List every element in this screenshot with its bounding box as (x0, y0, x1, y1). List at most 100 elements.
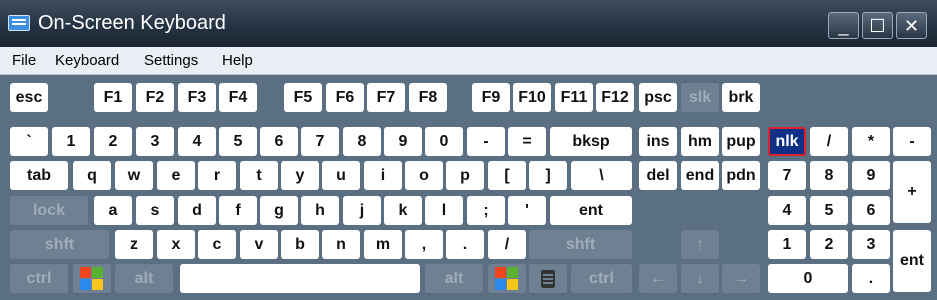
key-insert[interactable]: ins (639, 127, 677, 156)
key-backtick[interactable]: ` (10, 127, 48, 156)
key-slk[interactable]: slk (681, 83, 719, 112)
key-quote[interactable]: ' (508, 196, 546, 225)
key-end[interactable]: end (681, 161, 719, 190)
key-4[interactable]: 4 (178, 127, 216, 156)
key-numpad-3[interactable]: 3 (852, 230, 890, 259)
key-7[interactable]: 7 (301, 127, 339, 156)
key-slash[interactable]: / (488, 230, 526, 259)
key-right-shift[interactable]: shft (529, 230, 632, 259)
key-f10[interactable]: F10 (513, 83, 551, 112)
key-num-lock[interactable]: nlk (768, 127, 806, 156)
key-numpad-0[interactable]: 0 (768, 264, 848, 293)
key-k[interactable]: k (384, 196, 422, 225)
key-arrow-right[interactable]: → (722, 264, 760, 293)
key-f[interactable]: f (219, 196, 257, 225)
key-q[interactable]: q (73, 161, 111, 190)
key-s[interactable]: s (136, 196, 174, 225)
key-x[interactable]: x (157, 230, 195, 259)
key-f9[interactable]: F9 (472, 83, 510, 112)
minimize-button[interactable]: _ (828, 12, 859, 39)
menu-keyboard[interactable]: Keyboard (55, 52, 119, 69)
key-context-menu[interactable] (529, 264, 567, 293)
close-button[interactable]: ✕ (896, 12, 927, 39)
key-w[interactable]: w (115, 161, 153, 190)
key-f4[interactable]: F4 (219, 83, 257, 112)
key-numpad-7[interactable]: 7 (768, 161, 806, 190)
key-esc[interactable]: esc (10, 83, 48, 112)
key-a[interactable]: a (94, 196, 132, 225)
key-home[interactable]: hm (681, 127, 719, 156)
key-f11[interactable]: F11 (555, 83, 593, 112)
key-numpad-add[interactable]: + (893, 161, 931, 223)
key-caps-lock[interactable]: lock (10, 196, 88, 225)
menu-help[interactable]: Help (222, 52, 253, 69)
key-9[interactable]: 9 (384, 127, 422, 156)
key-8[interactable]: 8 (343, 127, 381, 156)
key-numpad-2[interactable]: 2 (810, 230, 848, 259)
key-minus[interactable]: - (467, 127, 505, 156)
key-right-ctrl[interactable]: ctrl (571, 264, 632, 293)
key-n[interactable]: n (322, 230, 360, 259)
key-l[interactable]: l (425, 196, 463, 225)
key-numpad-multiply[interactable]: * (852, 127, 890, 156)
key-j[interactable]: j (343, 196, 381, 225)
key-numpad-subtract[interactable]: - (893, 127, 931, 156)
key-numpad-enter[interactable]: ent (893, 230, 931, 292)
key-comma[interactable]: , (405, 230, 443, 259)
key-b[interactable]: b (281, 230, 319, 259)
key-p[interactable]: p (446, 161, 484, 190)
key-0[interactable]: 0 (425, 127, 463, 156)
key-z[interactable]: z (115, 230, 153, 259)
key-numpad-1[interactable]: 1 (768, 230, 806, 259)
key-u[interactable]: u (322, 161, 360, 190)
key-left-alt[interactable]: alt (115, 264, 173, 293)
key-right-alt[interactable]: alt (425, 264, 483, 293)
key-f6[interactable]: F6 (326, 83, 364, 112)
key-f1[interactable]: F1 (94, 83, 132, 112)
key-delete[interactable]: del (639, 161, 677, 190)
key-psc[interactable]: psc (639, 83, 677, 112)
key-arrow-up[interactable]: ↑ (681, 230, 719, 259)
key-equals[interactable]: = (508, 127, 546, 156)
key-o[interactable]: o (405, 161, 443, 190)
key-f7[interactable]: F7 (367, 83, 405, 112)
key-left-windows[interactable] (73, 264, 111, 293)
key-numpad-6[interactable]: 6 (852, 196, 890, 225)
key-v[interactable]: v (240, 230, 278, 259)
key-g[interactable]: g (260, 196, 298, 225)
key-numpad-5[interactable]: 5 (810, 196, 848, 225)
key-f5[interactable]: F5 (284, 83, 322, 112)
key-3[interactable]: 3 (136, 127, 174, 156)
key-f3[interactable]: F3 (178, 83, 216, 112)
key-period[interactable]: . (446, 230, 484, 259)
menu-file[interactable]: File (12, 52, 36, 69)
key-brk[interactable]: brk (722, 83, 760, 112)
key-t[interactable]: t (240, 161, 278, 190)
key-i[interactable]: i (364, 161, 402, 190)
key-right-windows[interactable] (488, 264, 526, 293)
key-numpad-8[interactable]: 8 (810, 161, 848, 190)
key-enter[interactable]: ent (550, 196, 632, 225)
key-6[interactable]: 6 (260, 127, 298, 156)
key-arrow-down[interactable]: ↓ (681, 264, 719, 293)
menu-settings[interactable]: Settings (144, 52, 198, 69)
key-h[interactable]: h (301, 196, 339, 225)
key-f8[interactable]: F8 (409, 83, 447, 112)
key-2[interactable]: 2 (94, 127, 132, 156)
key-f2[interactable]: F2 (136, 83, 174, 112)
key-left-bracket[interactable]: [ (488, 161, 526, 190)
key-e[interactable]: e (157, 161, 195, 190)
key-page-up[interactable]: pup (722, 127, 760, 156)
key-f12[interactable]: F12 (596, 83, 634, 112)
maximize-button[interactable]: ☐ (862, 12, 893, 39)
key-left-ctrl[interactable]: ctrl (10, 264, 68, 293)
key-backslash[interactable]: \ (571, 161, 632, 190)
key-numpad-decimal[interactable]: . (852, 264, 890, 293)
key-y[interactable]: y (281, 161, 319, 190)
key-arrow-left[interactable]: ← (639, 264, 677, 293)
key-page-down[interactable]: pdn (722, 161, 760, 190)
key-tab[interactable]: tab (10, 161, 68, 190)
key-r[interactable]: r (198, 161, 236, 190)
key-semicolon[interactable]: ; (467, 196, 505, 225)
key-d[interactable]: d (178, 196, 216, 225)
